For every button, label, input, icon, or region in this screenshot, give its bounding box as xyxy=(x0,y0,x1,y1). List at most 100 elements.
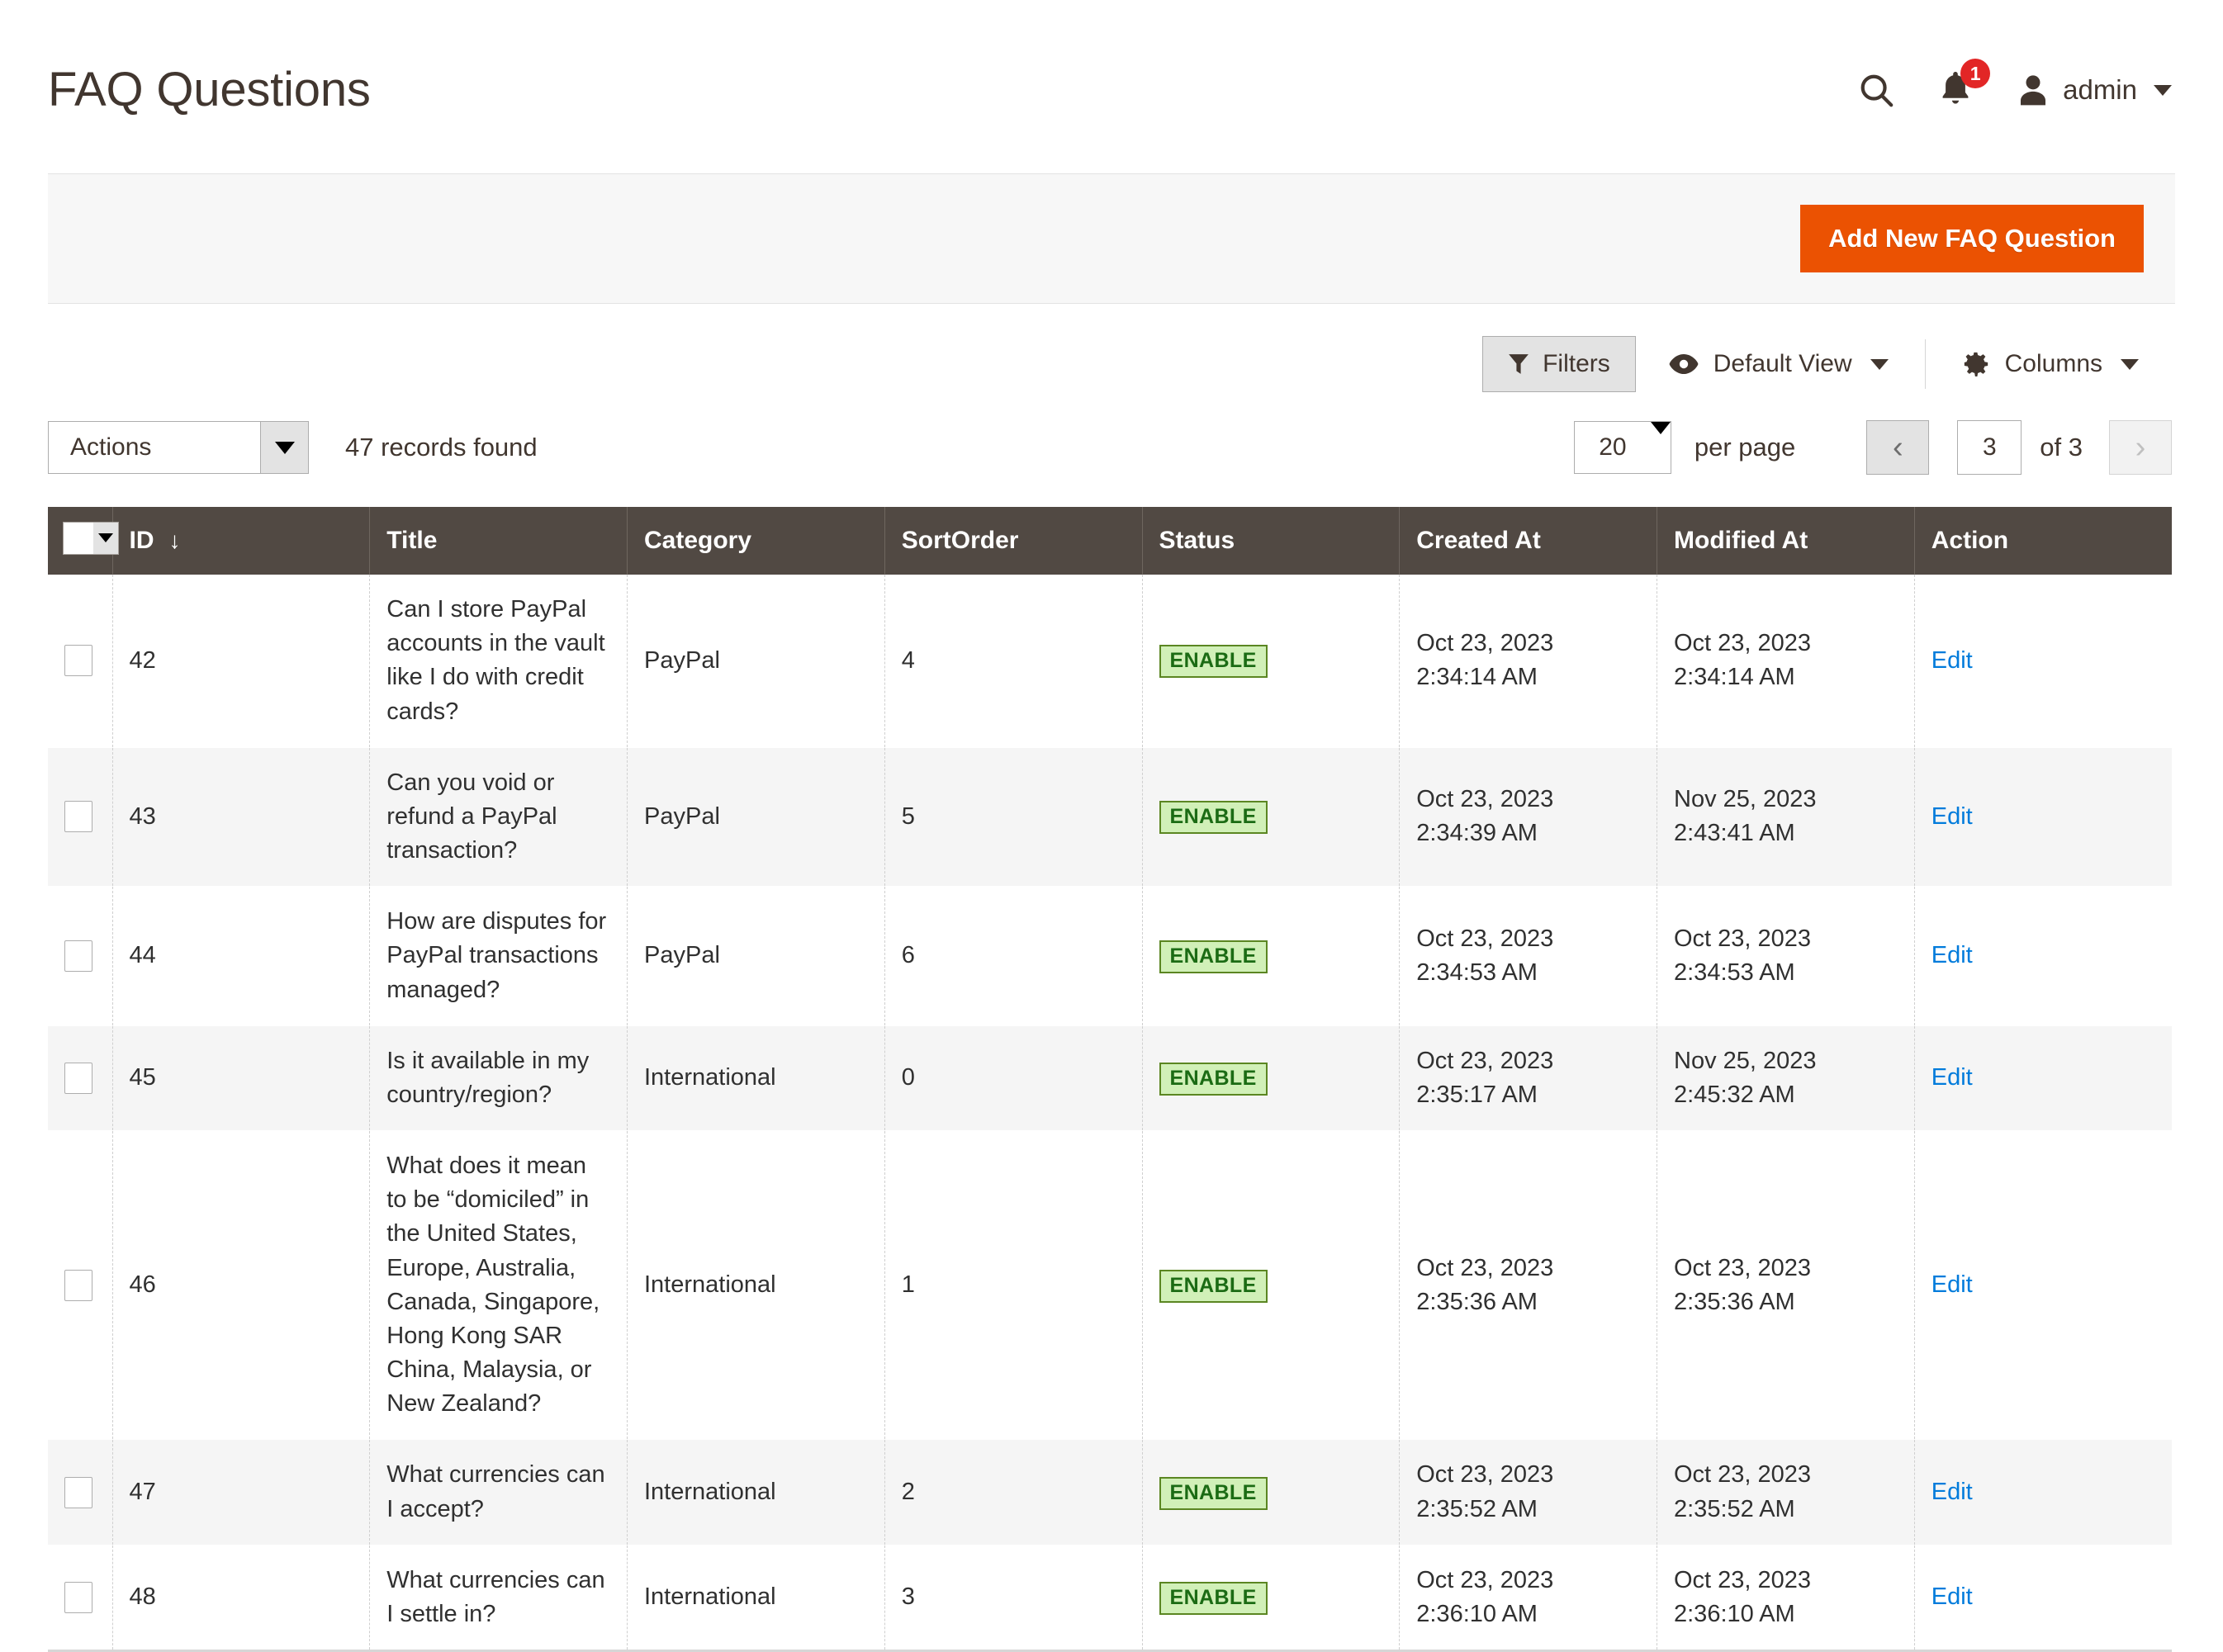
cell-status: ENABLE xyxy=(1142,1439,1401,1545)
created-time: 2:36:10 AM xyxy=(1416,1600,1538,1627)
faq-questions-grid: ID ↓ Title Category SortOrder Status Cre… xyxy=(48,507,2172,1652)
modified-date: Oct 23, 2023 xyxy=(1674,1461,1812,1489)
cell-created-at: Oct 23, 2023 2:35:52 AM xyxy=(1399,1439,1657,1545)
created-date: Oct 23, 2023 xyxy=(1416,1254,1554,1281)
cell-sortorder: 3 xyxy=(884,1545,1143,1652)
cell-modified-at: Nov 25, 2023 2:45:32 AM xyxy=(1657,1025,1915,1132)
row-checkbox[interactable] xyxy=(64,645,92,677)
cell-category: International xyxy=(627,1025,885,1132)
cell-category: PayPal xyxy=(627,886,885,1026)
modified-date: Oct 23, 2023 xyxy=(1674,1254,1812,1281)
select-all-checkbox[interactable] xyxy=(64,522,93,554)
created-time: 2:34:53 AM xyxy=(1416,959,1538,986)
column-header-category[interactable]: Category xyxy=(627,507,885,575)
row-checkbox[interactable] xyxy=(64,1062,92,1094)
column-header-title[interactable]: Title xyxy=(369,507,628,575)
notification-count-badge: 1 xyxy=(1960,59,1991,88)
row-checkbox[interactable] xyxy=(64,1476,92,1508)
row-checkbox[interactable] xyxy=(64,940,92,972)
next-page-button[interactable]: › xyxy=(2109,420,2172,475)
edit-link[interactable]: Edit xyxy=(1931,1271,1973,1298)
table-body: 42 Can I store PayPal accounts in the vau… xyxy=(48,575,2172,1652)
cell-category: PayPal xyxy=(627,747,885,888)
table-row: 47 What currencies can I accept? Internati… xyxy=(48,1439,2172,1545)
created-time: 2:35:52 AM xyxy=(1416,1495,1538,1522)
select-all-dropdown[interactable] xyxy=(63,521,119,555)
cell-created-at: Oct 23, 2023 2:34:14 AM xyxy=(1399,575,1657,748)
cell-created-at: Oct 23, 2023 2:35:36 AM xyxy=(1399,1130,1657,1441)
cell-title: What currencies can I accept? xyxy=(369,1439,628,1545)
cell-sortorder: 0 xyxy=(884,1025,1143,1132)
column-header-status[interactable]: Status xyxy=(1142,507,1401,575)
column-header-id-label: ID xyxy=(129,527,154,554)
row-select-cell xyxy=(48,886,113,1026)
edit-link[interactable]: Edit xyxy=(1931,1479,1973,1505)
row-checkbox[interactable] xyxy=(64,1269,92,1301)
edit-link[interactable]: Edit xyxy=(1931,647,1973,674)
cell-id: 43 xyxy=(112,747,371,888)
row-checkbox[interactable] xyxy=(64,801,92,833)
cell-status: ENABLE xyxy=(1142,1025,1401,1132)
edit-link[interactable]: Edit xyxy=(1931,1064,1973,1091)
cell-created-at: Oct 23, 2023 2:34:53 AM xyxy=(1399,886,1657,1026)
cell-modified-at: Oct 23, 2023 2:34:14 AM xyxy=(1657,575,1915,748)
column-header-action: Action xyxy=(1914,507,2172,575)
cell-modified-at: Oct 23, 2023 2:35:52 AM xyxy=(1657,1439,1915,1545)
per-page-select[interactable]: 20 xyxy=(1573,421,1671,474)
filters-label: Filters xyxy=(1543,350,1610,377)
cell-created-at: Oct 23, 2023 2:34:39 AM xyxy=(1399,747,1657,888)
edit-link[interactable]: Edit xyxy=(1931,1583,1973,1610)
previous-page-button[interactable]: ‹ xyxy=(1866,420,1930,475)
column-header-id[interactable]: ID ↓ xyxy=(112,507,371,575)
column-header-created-at[interactable]: Created At xyxy=(1399,507,1657,575)
filters-button[interactable]: Filters xyxy=(1482,336,1636,392)
chevron-down-icon xyxy=(2121,358,2139,370)
modified-time: 2:43:41 AM xyxy=(1674,820,1795,847)
chevron-down-icon xyxy=(1650,422,1671,473)
page-number-input[interactable] xyxy=(1957,420,2022,475)
row-select-cell xyxy=(48,1130,113,1441)
cell-status: ENABLE xyxy=(1142,1130,1401,1441)
cell-id: 44 xyxy=(112,886,371,1026)
column-header-modified-at[interactable]: Modified At xyxy=(1657,507,1915,575)
column-header-sortorder[interactable]: SortOrder xyxy=(884,507,1143,575)
row-checkbox[interactable] xyxy=(64,1581,92,1613)
gear-icon xyxy=(1962,350,1990,378)
table-head: ID ↓ Title Category SortOrder Status Cre… xyxy=(48,507,2172,575)
modified-date: Nov 25, 2023 xyxy=(1674,1047,1817,1074)
search-icon[interactable] xyxy=(1837,60,1916,120)
cell-title: Is it available in my country/region? xyxy=(369,1025,628,1132)
columns-dropdown[interactable]: Columns xyxy=(1929,336,2172,392)
status-badge: ENABLE xyxy=(1159,801,1268,835)
created-date: Oct 23, 2023 xyxy=(1416,786,1554,813)
actions-select-label: Actions xyxy=(70,433,152,461)
notifications-button[interactable]: 1 xyxy=(1916,59,1995,120)
edit-link[interactable]: Edit xyxy=(1931,803,1973,830)
cell-id: 42 xyxy=(112,575,371,748)
modified-date: Oct 23, 2023 xyxy=(1674,925,1812,952)
cell-sortorder: 1 xyxy=(884,1130,1143,1441)
cell-title: Can you void or refund a PayPal transact… xyxy=(369,747,628,888)
cell-title: Can I store PayPal accounts in the vault… xyxy=(369,575,628,748)
admin-menu[interactable]: admin xyxy=(2017,73,2172,107)
add-new-faq-question-button[interactable]: Add New FAQ Question xyxy=(1800,205,2144,272)
cell-sortorder: 6 xyxy=(884,886,1143,1026)
default-view-dropdown[interactable]: Default View xyxy=(1636,336,1922,392)
pagination: ‹ of 3 › xyxy=(1866,420,2172,475)
chevron-down-icon[interactable] xyxy=(93,522,118,554)
cell-id: 47 xyxy=(112,1439,371,1545)
modified-time: 2:45:32 AM xyxy=(1674,1081,1795,1108)
cell-action: Edit xyxy=(1914,747,2172,888)
cell-title: What currencies can I settle in? xyxy=(369,1545,628,1652)
row-select-cell xyxy=(48,1545,113,1652)
created-date: Oct 23, 2023 xyxy=(1416,1566,1554,1593)
per-page-value: 20 xyxy=(1599,433,1627,461)
modified-date: Oct 23, 2023 xyxy=(1674,630,1812,657)
cell-status: ENABLE xyxy=(1142,886,1401,1026)
edit-link[interactable]: Edit xyxy=(1931,942,1973,968)
actions-select[interactable]: Actions xyxy=(48,421,309,474)
page-actions-bar: Add New FAQ Question xyxy=(48,173,2175,304)
cell-action: Edit xyxy=(1914,886,2172,1026)
eye-icon xyxy=(1669,353,1699,375)
cell-status: ENABLE xyxy=(1142,575,1401,748)
